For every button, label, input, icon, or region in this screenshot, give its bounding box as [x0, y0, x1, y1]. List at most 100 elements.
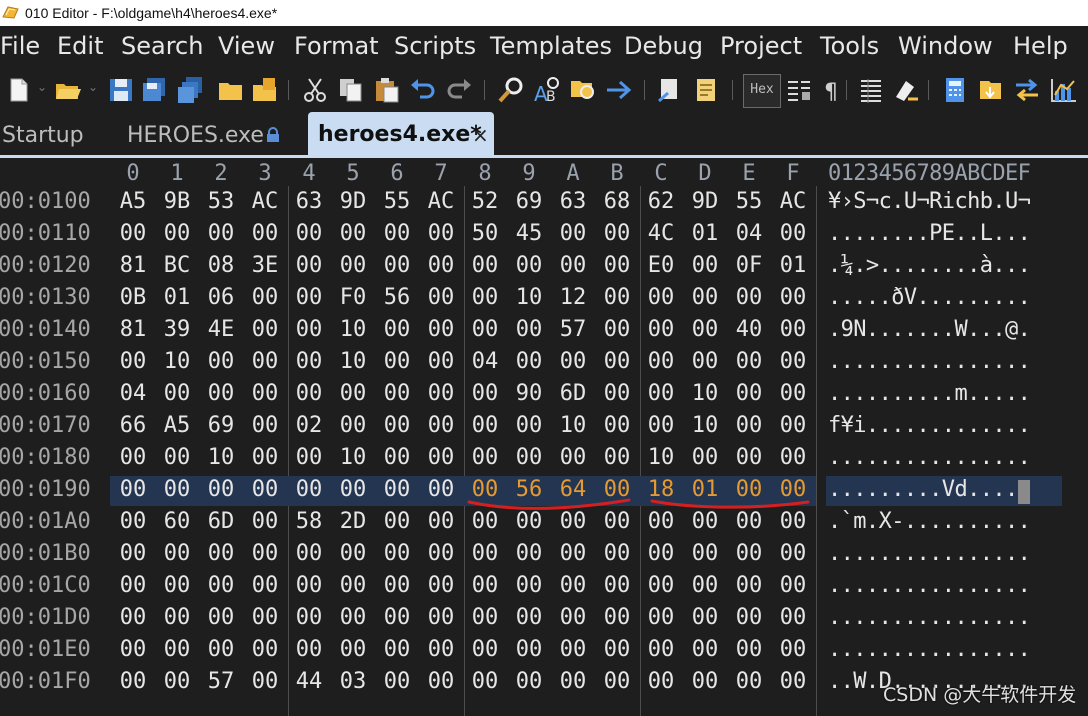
byte-cell[interactable]: 39 — [159, 314, 195, 346]
byte-cell[interactable]: 00 — [687, 442, 723, 474]
byte-cell[interactable]: 01 — [775, 250, 811, 282]
byte-cell[interactable]: 69 — [511, 186, 547, 218]
byte-cell[interactable]: 00 — [643, 314, 679, 346]
byte-cell[interactable]: 00 — [203, 634, 239, 666]
byte-cell[interactable]: 10 — [643, 442, 679, 474]
byte-cell[interactable]: 00 — [291, 474, 327, 506]
byte-cell[interactable]: 00 — [335, 250, 371, 282]
byte-cell[interactable]: 00 — [379, 570, 415, 602]
byte-cell[interactable]: 00 — [775, 314, 811, 346]
byte-cell[interactable]: 00 — [731, 634, 767, 666]
byte-cell[interactable]: 44 — [291, 666, 327, 698]
byte-cell[interactable]: 69 — [203, 410, 239, 442]
compare-icon[interactable] — [656, 75, 686, 105]
tab-heroes4-exe[interactable]: heroes4.exe* × — [308, 112, 494, 156]
byte-cell[interactable]: 40 — [731, 314, 767, 346]
byte-cell[interactable]: 00 — [291, 250, 327, 282]
byte-cell[interactable]: 00 — [687, 250, 723, 282]
swap-icon[interactable] — [1012, 75, 1042, 105]
byte-cell[interactable]: 00 — [687, 314, 723, 346]
byte-cell[interactable]: 04 — [731, 218, 767, 250]
byte-cell[interactable]: 00 — [335, 410, 371, 442]
byte-cell[interactable]: 00 — [467, 634, 503, 666]
ascii-text[interactable]: ................ — [828, 602, 1031, 634]
byte-cell[interactable]: 66 — [115, 410, 151, 442]
byte-cell[interactable]: 55 — [379, 186, 415, 218]
byte-cell[interactable]: 00 — [643, 570, 679, 602]
byte-cell[interactable]: 00 — [423, 602, 459, 634]
byte-cell[interactable]: 00 — [731, 282, 767, 314]
find-icon[interactable] — [496, 75, 526, 105]
byte-cell[interactable]: 00 — [511, 634, 547, 666]
byte-cell[interactable]: 00 — [291, 218, 327, 250]
byte-cell[interactable]: 00 — [379, 346, 415, 378]
menu-debug[interactable]: Debug — [624, 26, 703, 66]
byte-cell[interactable]: 00 — [643, 666, 679, 698]
byte-cell[interactable]: 00 — [643, 602, 679, 634]
byte-cell[interactable]: 00 — [423, 538, 459, 570]
menu-search[interactable]: Search — [121, 26, 203, 66]
byte-cell[interactable]: 00 — [731, 602, 767, 634]
byte-cell[interactable]: 00 — [335, 634, 371, 666]
byte-cell[interactable]: 00 — [599, 634, 635, 666]
byte-cell[interactable]: 10 — [203, 442, 239, 474]
byte-cell[interactable]: 00 — [687, 282, 723, 314]
byte-cell[interactable]: 00 — [203, 474, 239, 506]
menu-project[interactable]: Project — [720, 26, 802, 66]
byte-cell[interactable]: 00 — [467, 314, 503, 346]
byte-cell[interactable]: 00 — [247, 410, 283, 442]
byte-cell[interactable]: 90 — [511, 378, 547, 410]
menu-view[interactable]: View — [218, 26, 275, 66]
byte-cell[interactable]: 00 — [555, 570, 591, 602]
byte-cell[interactable]: A5 — [115, 186, 151, 218]
byte-cell[interactable]: 00 — [775, 634, 811, 666]
byte-cell[interactable]: 00 — [291, 602, 327, 634]
byte-cell[interactable]: 12 — [555, 282, 591, 314]
byte-cell[interactable]: 00 — [291, 442, 327, 474]
menu-scripts[interactable]: Scripts — [394, 26, 476, 66]
hex-row[interactable]: 00:0150 00 10 00 00 00 10 00 00 04 00 00 00 00 00 00 00.… — [0, 346, 1088, 378]
byte-cell[interactable]: 68 — [599, 186, 635, 218]
byte-cell[interactable]: 00 — [159, 602, 195, 634]
columns-icon[interactable] — [856, 75, 886, 105]
byte-cell[interactable]: 00 — [291, 538, 327, 570]
byte-cell[interactable]: 60 — [159, 506, 195, 538]
byte-cell[interactable]: 00 — [687, 538, 723, 570]
byte-cell[interactable]: 00 — [379, 602, 415, 634]
byte-cell[interactable]: A5 — [159, 410, 195, 442]
byte-cell[interactable]: 00 — [467, 410, 503, 442]
byte-cell[interactable]: 00 — [511, 570, 547, 602]
byte-cell[interactable]: 00 — [423, 218, 459, 250]
byte-cell[interactable]: 9D — [335, 186, 371, 218]
byte-cell[interactable]: 00 — [247, 666, 283, 698]
byte-cell[interactable]: 00 — [423, 410, 459, 442]
paragraph-icon[interactable]: ¶ — [818, 75, 848, 105]
byte-cell[interactable]: 00 — [423, 570, 459, 602]
ascii-text[interactable]: ................ — [828, 442, 1031, 474]
chevron-down-icon[interactable]: ⌄ — [88, 80, 98, 94]
byte-cell[interactable]: 00 — [687, 570, 723, 602]
byte-cell[interactable]: 00 — [511, 346, 547, 378]
byte-cell[interactable]: 10 — [687, 378, 723, 410]
byte-cell[interactable]: 00 — [599, 282, 635, 314]
byte-cell[interactable]: 00 — [423, 442, 459, 474]
byte-cell[interactable]: 00 — [775, 378, 811, 410]
byte-cell[interactable]: 56 — [379, 282, 415, 314]
hex-row[interactable]: 00:0110 00 00 00 00 00 00 00 00 50 45 00 00 4C 01 04 00.… — [0, 218, 1088, 250]
hex-row[interactable]: 00:0160 04 00 00 00 00 00 00 00 00 90 6D 00 00 10 00 00.… — [0, 378, 1088, 410]
byte-cell[interactable]: 00 — [159, 378, 195, 410]
byte-cell[interactable]: 10 — [159, 346, 195, 378]
byte-cell[interactable]: 52 — [467, 186, 503, 218]
byte-cell[interactable]: 00 — [335, 538, 371, 570]
byte-cell[interactable]: 00 — [511, 410, 547, 442]
byte-cell[interactable]: 10 — [335, 346, 371, 378]
paste-icon[interactable] — [372, 75, 402, 105]
byte-cell[interactable]: 00 — [423, 346, 459, 378]
byte-cell[interactable]: 10 — [555, 410, 591, 442]
byte-cell[interactable]: 9D — [687, 186, 723, 218]
tab-heroes-exe[interactable]: HEROES.exe — [127, 116, 280, 156]
byte-cell[interactable]: 10 — [687, 410, 723, 442]
byte-cell[interactable]: 00 — [599, 442, 635, 474]
byte-cell[interactable]: 00 — [247, 314, 283, 346]
byte-cell[interactable]: 00 — [467, 282, 503, 314]
